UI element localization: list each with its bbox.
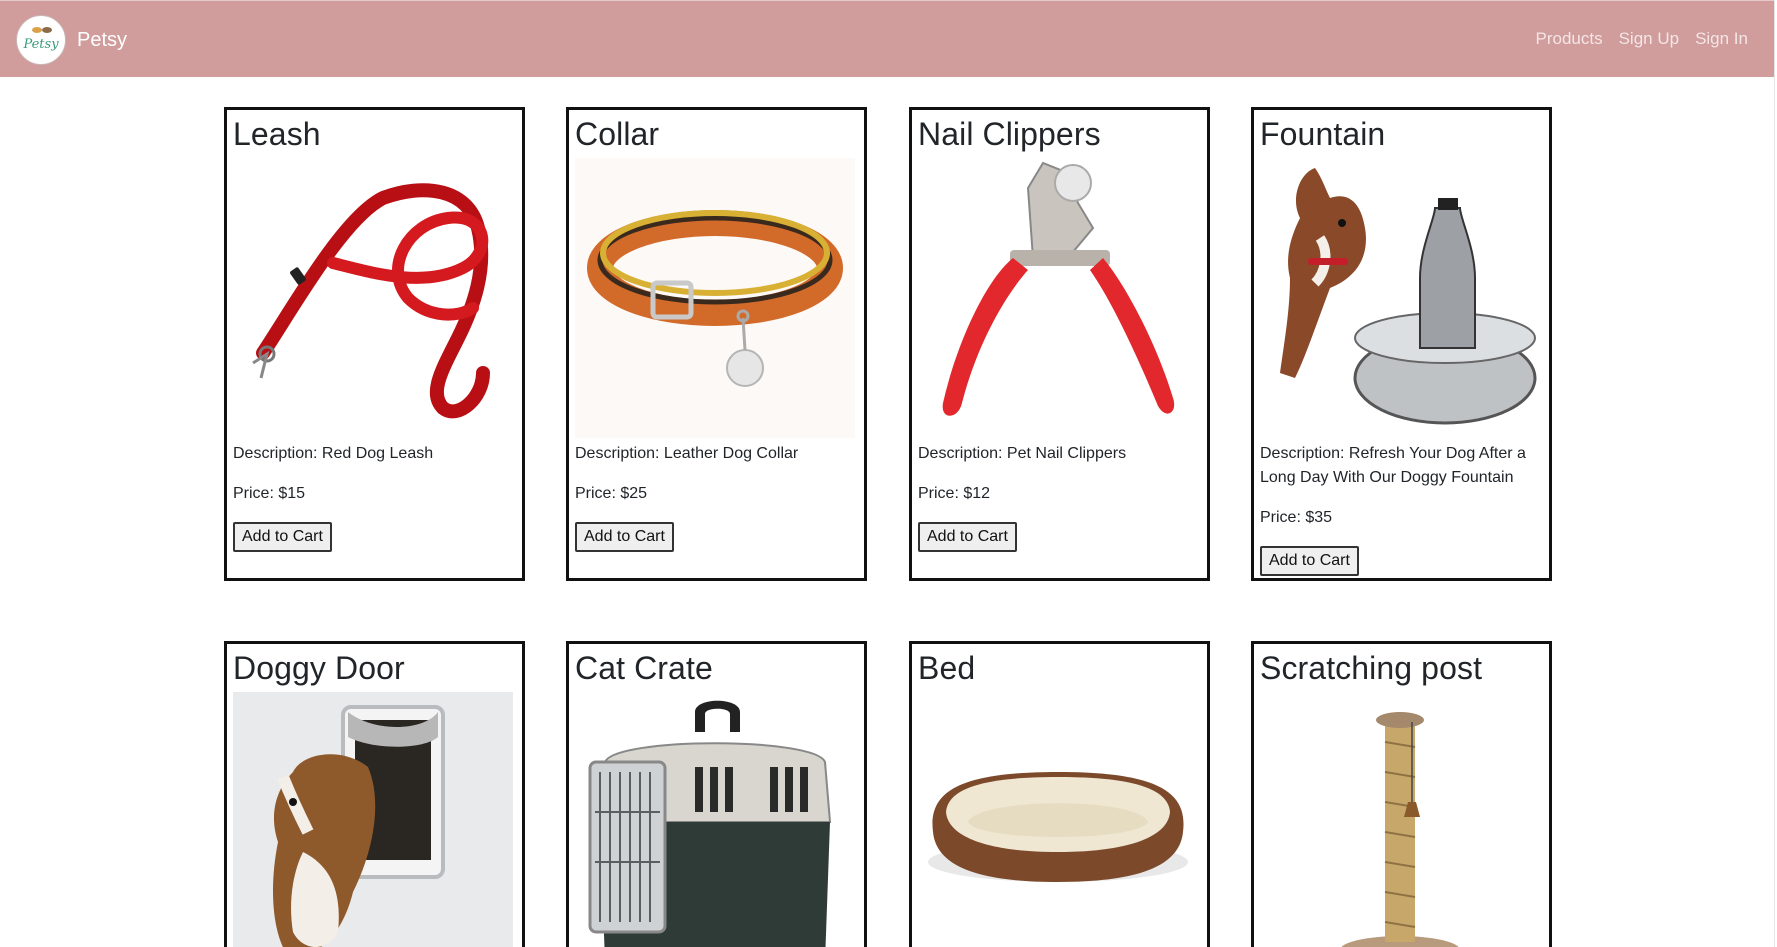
- product-title: Nail Clippers: [918, 116, 1101, 152]
- add-to-cart-button[interactable]: Add to Cart: [918, 522, 1017, 552]
- product-title: Leash: [233, 116, 321, 152]
- product-card-nail-clippers: Nail Clippers Description: Pet Nail Clip…: [909, 107, 1210, 581]
- red-leash-image: [233, 158, 513, 438]
- navbar: Petsy Petsy Products Sign Up Sign In: [0, 0, 1777, 77]
- add-to-cart-button[interactable]: Add to Cart: [575, 522, 674, 552]
- petsy-logo-icon[interactable]: Petsy: [16, 15, 66, 65]
- brand[interactable]: Petsy Petsy: [16, 15, 127, 65]
- leather-collar-image: [575, 158, 855, 438]
- cat-crate-image: [575, 692, 855, 947]
- logo-text: Petsy: [23, 36, 59, 52]
- product-title: Doggy Door: [233, 650, 405, 686]
- product-title: Fountain: [1260, 116, 1386, 152]
- product-card-cat-crate: Cat Crate: [566, 641, 867, 947]
- scratching-post-image: [1260, 692, 1540, 947]
- nav-link-sign-in[interactable]: Sign In: [1695, 29, 1748, 49]
- product-card-doggy-door: Doggy Door: [224, 641, 525, 947]
- product-title: Bed: [918, 650, 976, 686]
- product-description: Description: Leather Dog Collar: [575, 445, 799, 462]
- product-card-fountain: Fountain Description: Refresh Your Dog A…: [1251, 107, 1552, 581]
- product-price: Price: $15: [233, 485, 306, 502]
- dog-fountain-image: [1260, 158, 1540, 438]
- product-description: Description: Pet Nail Clippers: [918, 445, 1127, 462]
- product-card-collar: Collar Description: Leather Dog Collar P…: [566, 107, 867, 581]
- nav-links: Products Sign Up Sign In: [1535, 29, 1748, 49]
- pet-bed-image: [918, 692, 1198, 947]
- product-card-scratching-post: Scratching post: [1251, 641, 1552, 947]
- product-title: Scratching post: [1260, 650, 1483, 686]
- product-card-bed: Bed: [909, 641, 1210, 947]
- product-price: Price: $12: [918, 485, 991, 502]
- product-price: Price: $25: [575, 485, 648, 502]
- nav-link-sign-up[interactable]: Sign Up: [1619, 29, 1679, 49]
- add-to-cart-button[interactable]: Add to Cart: [233, 522, 332, 552]
- doggy-door-image: [233, 692, 513, 947]
- product-title: Collar: [575, 116, 660, 152]
- product-description: Description: Red Dog Leash: [233, 445, 434, 462]
- product-title: Cat Crate: [575, 650, 713, 686]
- nav-link-products[interactable]: Products: [1535, 29, 1602, 49]
- add-to-cart-button[interactable]: Add to Cart: [1260, 546, 1359, 576]
- product-description: Description: Refresh Your Dog After a Lo…: [1260, 445, 1526, 486]
- nail-clippers-image: [918, 158, 1198, 438]
- product-card-leash: Leash Description: Red Dog Leash Price: …: [224, 107, 525, 581]
- product-price: Price: $35: [1260, 509, 1333, 526]
- brand-name[interactable]: Petsy: [77, 29, 127, 52]
